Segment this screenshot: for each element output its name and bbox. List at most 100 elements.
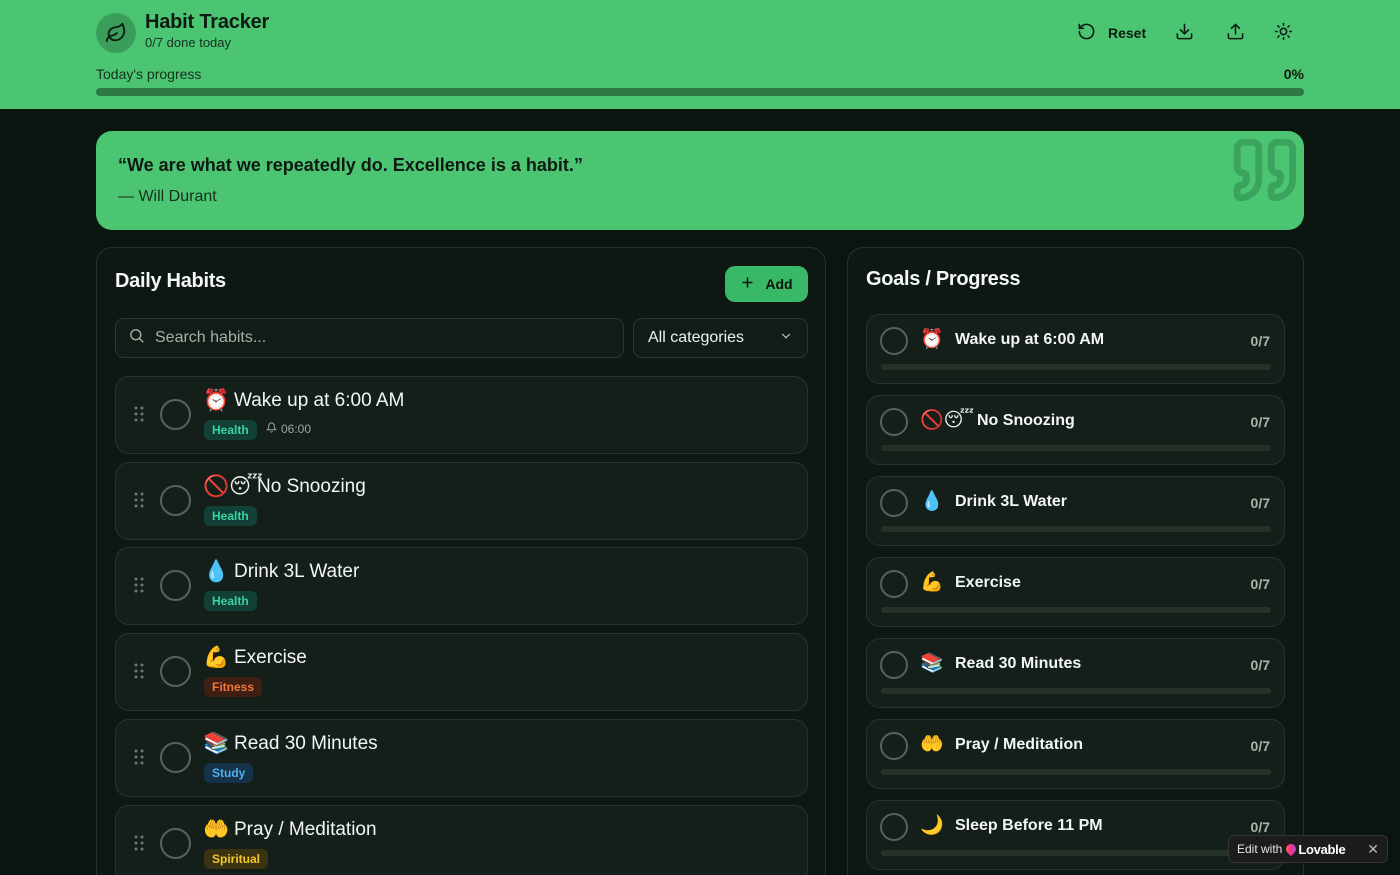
goal-card-drink-water[interactable]: 💧 Drink 3L Water 0/7 [866,476,1285,546]
category-select-value: All categories [648,329,745,346]
goal-count: 0/7 [1250,414,1270,430]
category-select[interactable]: All categories [633,318,808,358]
habit-card-exercise[interactable]: 💪 Exercise Fitness [115,633,808,711]
goal-count: 0/7 [1250,657,1270,673]
badge-brand-label: Lovable [1298,841,1346,857]
theme-toggle-button[interactable] [1274,18,1293,48]
grip-vertical-icon[interactable] [134,492,144,513]
heart-icon [1284,841,1299,857]
goal-checkbox[interactable] [880,570,908,598]
edit-with-lovable-badge[interactable]: Edit with Lovable ✕ [1228,835,1388,863]
grip-vertical-icon[interactable] [134,406,144,427]
import-button[interactable] [1226,18,1245,48]
reset-label: Reset [1108,25,1147,41]
goal-checkbox[interactable] [880,813,908,841]
done-today-count: 0/7 done today [145,35,232,50]
no-sleep-icon: 🚫😴 [203,474,263,498]
grip-vertical-icon[interactable] [134,835,144,856]
goal-checkbox[interactable] [880,732,908,760]
flexed-bicep-icon: 💪 [203,645,230,669]
goal-progress-bar [881,364,1271,370]
grip-vertical-icon[interactable] [134,663,144,684]
plus-icon [740,275,755,293]
category-tag: Fitness [204,677,263,697]
goal-card-exercise[interactable]: 💪 Exercise 0/7 [866,557,1285,627]
goal-count: 0/7 [1250,333,1270,349]
goal-card-wake-up[interactable]: ⏰ Wake up at 6:00 AM 0/7 [866,314,1285,384]
goal-name: Wake up at 6:00 AM [955,331,1105,348]
goal-progress-bar [881,445,1271,451]
habit-checkbox[interactable] [160,828,191,859]
daily-habits-panel: Daily Habits Add All categories ⏰ Wake u… [96,247,826,875]
habit-checkbox[interactable] [160,742,191,773]
goal-card-pray[interactable]: 🤲 Pray / Meditation 0/7 [866,719,1285,789]
app-header: Habit Tracker 0/7 done today Reset Today… [0,0,1400,109]
goal-count: 0/7 [1250,738,1270,754]
palms-up-icon: 🤲 [920,733,944,755]
goal-card-sleep[interactable]: 🌙 Sleep Before 11 PM 0/7 [866,800,1285,870]
habit-checkbox[interactable] [160,399,191,430]
goal-checkbox[interactable] [880,327,908,355]
app-title: Habit Tracker [145,11,270,33]
goal-card-read[interactable]: 📚 Read 30 Minutes 0/7 [866,638,1285,708]
sun-icon [1274,22,1293,44]
rotate-ccw-icon [1077,22,1096,44]
search-icon [128,327,145,349]
download-icon [1175,22,1194,44]
goal-name: Exercise [955,574,1021,591]
goal-name: Drink 3L Water [955,493,1068,510]
goal-progress-bar [881,769,1271,775]
alarm-clock-icon: ⏰ [203,388,230,412]
chevron-down-icon [779,329,793,348]
goal-name: No Snoozing [977,412,1075,429]
category-tag: Health [204,420,257,440]
add-label: Add [765,276,793,292]
goal-count: 0/7 [1250,819,1270,835]
goals-panel: Goals / Progress ⏰ Wake up at 6:00 AM 0/… [847,247,1304,875]
badge-prefix: Edit with [1237,842,1283,856]
bell-icon [265,422,278,436]
habit-checkbox[interactable] [160,570,191,601]
progress-percent: 0% [1283,66,1304,82]
books-icon: 📚 [203,731,230,755]
habit-checkbox[interactable] [160,656,191,687]
goal-name: Read 30 Minutes [955,655,1082,672]
no-sleep-icon: 🚫😴 [920,409,975,431]
close-icon[interactable]: ✕ [1367,841,1379,858]
droplet-icon: 💧 [920,490,944,512]
export-button[interactable] [1175,18,1194,48]
quote-card: “We are what we repeatedly do. Excellenc… [96,131,1304,230]
habit-card-read[interactable]: 📚 Read 30 Minutes Study [115,719,808,797]
grip-vertical-icon[interactable] [134,749,144,770]
habit-card-wake-up[interactable]: ⏰ Wake up at 6:00 AM Health 06:00 [115,376,808,454]
lovable-logo: Lovable [1284,841,1346,857]
quote-author: — Will Durant [118,188,217,205]
grip-vertical-icon[interactable] [134,577,144,598]
goal-progress-bar [881,526,1271,532]
goals-title: Goals / Progress [866,268,1021,290]
books-icon: 📚 [920,652,944,674]
quote-text: “We are what we repeatedly do. Excellenc… [118,155,583,175]
goal-progress-bar [881,850,1271,856]
flexed-bicep-icon: 💪 [920,571,944,593]
category-tag: Study [204,763,254,783]
habit-checkbox[interactable] [160,485,191,516]
goal-checkbox[interactable] [880,489,908,517]
palms-up-icon: 🤲 [203,817,230,841]
daily-habits-title: Daily Habits [115,270,226,292]
goal-card-no-snoozing[interactable]: 🚫😴 No Snoozing 0/7 [866,395,1285,465]
habit-card-no-snoozing[interactable]: 🚫😴 No Snoozing Health [115,462,808,540]
goal-checkbox[interactable] [880,651,908,679]
habit-name: Pray / Meditation [234,819,377,840]
today-progress-bar [96,88,1304,96]
goal-checkbox[interactable] [880,408,908,436]
habit-card-drink-water[interactable]: 💧 Drink 3L Water Health [115,547,808,625]
reset-button[interactable]: Reset [1077,18,1146,48]
habit-name: Exercise [234,647,307,668]
search-input[interactable] [155,329,595,347]
droplet-icon: 💧 [203,559,230,583]
progress-label: Today's progress [96,66,202,82]
goal-count: 0/7 [1250,495,1270,511]
add-habit-button[interactable]: Add [725,266,808,302]
habit-card-pray[interactable]: 🤲 Pray / Meditation Spiritual [115,805,808,875]
